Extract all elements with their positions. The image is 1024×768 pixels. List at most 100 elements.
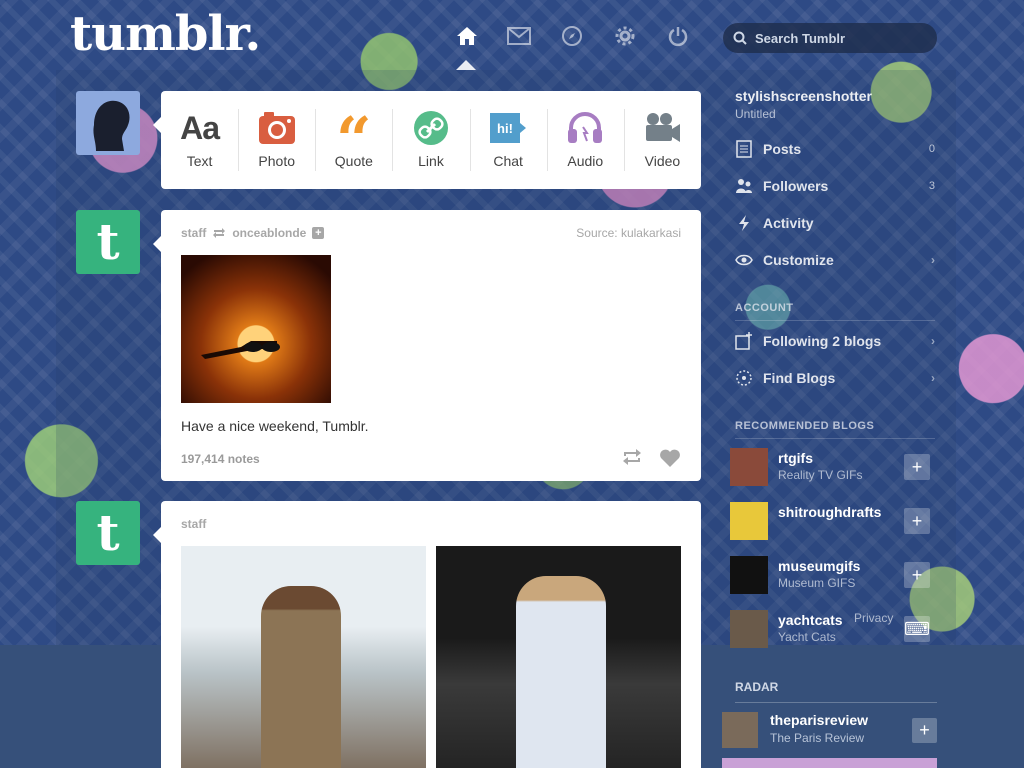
follow-plus-icon[interactable]: + — [904, 562, 930, 588]
post-header: staff — [181, 517, 681, 531]
post-type-label: Link — [418, 153, 444, 169]
sidebar-blog-title: Untitled — [735, 107, 776, 121]
recommended-blog-title: Reality TV GIFs — [778, 468, 863, 482]
recommended-blog[interactable]: yachtcats Yacht Cats ⌨ — [730, 610, 930, 650]
followers-icon — [736, 179, 752, 193]
activity-icon — [739, 215, 749, 231]
keyboard-icon[interactable]: ⌨ — [904, 616, 930, 642]
new-chat-post-button[interactable]: hi! Chat — [469, 91, 547, 189]
source-name: kulakarkasi — [620, 226, 681, 240]
blog-avatar — [730, 502, 768, 540]
staff-avatar[interactable]: t — [76, 210, 140, 274]
chevron-right-icon: › — [931, 334, 935, 348]
like-heart-icon[interactable] — [659, 448, 681, 468]
reblog-icon — [213, 228, 226, 238]
sidebar-item-activity[interactable]: Activity — [735, 211, 935, 235]
recommended-blog-name: rtgifs — [778, 450, 813, 466]
explore-icon[interactable] — [560, 24, 584, 48]
radar-heading: RADAR — [735, 680, 937, 703]
post-photo[interactable] — [436, 546, 681, 768]
source-label: Source: — [576, 226, 618, 240]
post-header: staff onceablonde + Source: kulakarkasi — [181, 226, 681, 240]
post-source-link[interactable]: Source: kulakarkasi — [576, 226, 681, 240]
recommended-blog-title: Museum GIFS — [778, 576, 856, 590]
sidebar-item-followers[interactable]: Followers 3 — [735, 174, 935, 198]
sidebar-item-count: 0 — [928, 143, 935, 155]
post-author-link[interactable]: staff — [181, 517, 206, 531]
sidebar-item-label: Followers — [763, 178, 829, 194]
sidebar-item-label: Following 2 blogs — [763, 333, 882, 349]
logout-icon[interactable] — [666, 24, 690, 48]
recommended-blog-name: museumgifs — [778, 558, 861, 574]
privacy-link[interactable]: Privacy — [854, 611, 893, 625]
reblog-icon[interactable] — [621, 448, 643, 466]
search-box[interactable] — [723, 23, 937, 53]
post-type-label: Video — [644, 153, 681, 169]
sidebar-item-find-blogs[interactable]: Find Blogs › — [735, 366, 935, 390]
new-quote-post-button[interactable]: “ Quote — [315, 91, 392, 189]
recommended-blog[interactable]: museumgifs Museum GIFS + — [730, 556, 930, 596]
post-type-label: Chat — [493, 153, 523, 169]
post-author-link[interactable]: staff — [181, 226, 206, 240]
radar-blog-name: theparisreview — [770, 712, 869, 728]
video-camera-icon — [643, 111, 681, 145]
follow-plus-icon[interactable]: + — [904, 508, 930, 534]
sidebar-item-customize[interactable]: Customize › — [735, 248, 935, 272]
tumblr-t-icon: t — [96, 503, 120, 562]
sidebar-item-count: 3 — [928, 180, 935, 192]
new-text-post-button[interactable]: Aa Text — [161, 91, 238, 189]
recommended-blog[interactable]: rtgifs Reality TV GIFs + — [730, 448, 930, 488]
settings-icon[interactable] — [613, 24, 637, 48]
active-nav-caret — [456, 60, 476, 70]
post-composer: Aa Text Photo “ Quote Link hi! Chat Audi… — [153, 91, 701, 189]
blog-avatar — [730, 610, 768, 648]
post-type-label: Audio — [567, 153, 604, 169]
text-icon: Aa — [180, 109, 220, 146]
post-caption: Have a nice weekend, Tumblr. — [181, 418, 369, 434]
new-audio-post-button[interactable]: Audio — [546, 91, 624, 189]
radar-blog[interactable]: theparisreview The Paris Review + — [722, 712, 937, 752]
sidebar-item-label: Activity — [763, 215, 814, 231]
sidebar-item-posts[interactable]: Posts 0 — [735, 137, 935, 161]
staff-avatar[interactable]: t — [76, 501, 140, 565]
sidebar-item-label: Customize — [763, 252, 834, 268]
sidebar-blog-name[interactable]: stylishscreenshotter — [735, 88, 872, 104]
inbox-icon[interactable] — [507, 24, 531, 48]
camera-icon — [258, 111, 296, 145]
follow-plus-icon[interactable]: + — [904, 454, 930, 480]
posts-icon — [736, 140, 752, 158]
sidebar-item-label: Posts — [763, 141, 802, 157]
follow-plus-icon[interactable]: + — [912, 718, 937, 743]
runway-model-figure — [516, 576, 606, 768]
post-photo[interactable] — [181, 255, 331, 403]
new-link-post-button[interactable]: Link — [392, 91, 469, 189]
post-card: staff onceablonde + Source: kulakarkasi … — [153, 210, 701, 481]
chevron-right-icon: › — [931, 253, 935, 267]
following-icon — [735, 332, 752, 350]
new-video-post-button[interactable]: Video — [623, 91, 701, 189]
reblogged-from-link[interactable]: onceablonde — [232, 226, 306, 240]
svg-text:hi!: hi! — [497, 121, 513, 136]
tumblr-logo[interactable]: tumblr. — [70, 6, 261, 62]
radar-post-preview[interactable] — [722, 758, 937, 768]
new-photo-post-button[interactable]: Photo — [238, 91, 315, 189]
follow-plus-icon[interactable]: + — [312, 227, 325, 239]
user-avatar[interactable] — [76, 91, 140, 155]
blog-avatar — [730, 448, 768, 486]
search-input[interactable] — [755, 30, 925, 46]
tumblr-t-icon: t — [96, 212, 120, 271]
find-blogs-icon — [736, 370, 752, 386]
recommended-blog[interactable]: shitroughdrafts + — [730, 502, 930, 542]
blog-avatar — [722, 712, 758, 748]
recommended-blog-name: yachtcats — [778, 612, 843, 628]
post-notes-count[interactable]: 197,414 notes — [181, 452, 260, 466]
post-type-label: Text — [186, 153, 213, 169]
chat-icon: hi! — [488, 111, 528, 145]
post-type-label: Photo — [258, 153, 295, 169]
sidebar-item-following[interactable]: Following 2 blogs › — [735, 329, 935, 353]
home-icon[interactable] — [455, 24, 479, 48]
quote-icon: “ — [336, 103, 372, 177]
radar-blog-title: The Paris Review — [770, 731, 865, 745]
post-photo[interactable] — [181, 546, 426, 768]
top-header: tumblr. — [0, 0, 1024, 70]
